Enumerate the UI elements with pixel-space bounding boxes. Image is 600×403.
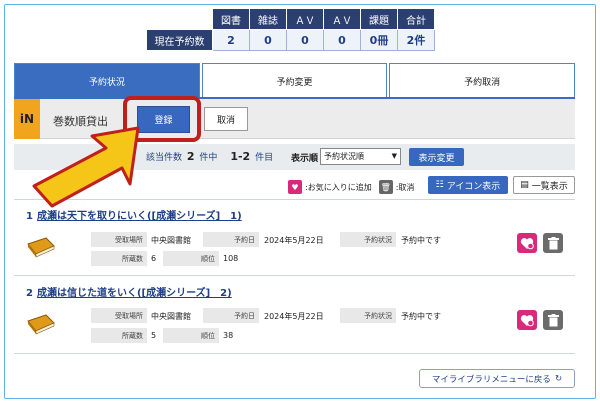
reserve-date-value: 2024年5月22日 — [264, 312, 324, 321]
tab-bar: 予約状況 予約変更 予約取消 — [14, 63, 576, 98]
trash-icon: 🗑 — [378, 180, 393, 194]
summary-value: 2件 — [397, 29, 435, 51]
count-range-unit: 件目 — [255, 153, 274, 163]
pickup-value: 中央図書館 — [151, 236, 191, 245]
rank-label: 順位 — [163, 328, 219, 343]
status-value: 予約中です — [401, 236, 441, 245]
count-prefix: 該当件数 — [146, 153, 183, 163]
summary-corner — [147, 9, 213, 30]
back-to-mylibrary-button[interactable]: マイライブラリメニューに戻る ↻ — [419, 369, 575, 388]
summary-value: 0 — [323, 29, 361, 51]
cancel-reservation-button[interactable] — [543, 233, 563, 253]
sort-apply-button[interactable]: 表示変更 — [409, 148, 464, 166]
legend-delete-text: :取消 — [395, 182, 415, 192]
icon-view-button[interactable]: ☷ アイコン表示 — [428, 176, 508, 194]
summary-value: 0 — [249, 29, 287, 51]
status-label: 予約状況 — [340, 232, 396, 247]
heart-plus-icon — [520, 237, 534, 249]
trash-icon — [547, 236, 559, 249]
reserve-date-label: 予約日 — [203, 308, 259, 323]
sort-select[interactable]: 予約状況順 ▼ — [320, 148, 401, 165]
list-view-label: 一覧表示 — [531, 181, 568, 192]
reservation-summary-table: 図書 雑誌 ＡＶ ＡＶ 課題 合計 現在予約数 2 0 0 0 0冊 2件 — [146, 8, 435, 51]
summary-header: 雑誌 — [249, 8, 287, 30]
divider — [14, 353, 575, 354]
icon-view-label: アイコン表示 — [446, 181, 501, 192]
summary-value: 0冊 — [360, 29, 398, 51]
summary-value: 0 — [286, 29, 324, 51]
status-label: 予約状況 — [340, 308, 396, 323]
sort-selected-value: 予約状況順 — [324, 152, 364, 161]
holdings-label: 所蔵数 — [91, 328, 147, 343]
table-icon: ▤ — [520, 180, 529, 190]
count-range: 1-2 — [230, 150, 251, 163]
refresh-icon: ↻ — [554, 373, 563, 384]
rank-label: 順位 — [163, 251, 219, 266]
tab-reservation-change[interactable]: 予約変更 — [201, 63, 388, 98]
pickup-label: 受取場所 — [91, 308, 147, 323]
add-favorite-button[interactable] — [517, 233, 537, 253]
icon-legend: ♥ :お気に入りに追加 🗑 :取消 — [288, 180, 414, 194]
summary-header: 図書 — [212, 8, 250, 30]
divider — [14, 275, 575, 276]
item-index: 1 — [26, 211, 33, 222]
book-icon — [27, 237, 55, 258]
holdings-value: 6 — [151, 254, 157, 263]
cancel-button[interactable]: 取消 — [204, 107, 248, 131]
item-index: 2 — [26, 288, 33, 299]
summary-header: 合計 — [397, 8, 435, 30]
pickup-label: 受取場所 — [91, 232, 147, 247]
count-unit: 件中 — [199, 153, 218, 163]
trash-icon — [547, 313, 559, 326]
item-title[interactable]: 2 成瀬は信じた道をいく([成瀬シリーズ] 2) — [26, 284, 232, 299]
summary-row-label: 現在予約数 — [146, 29, 213, 51]
back-label: マイライブラリメニューに戻る — [431, 374, 551, 385]
summary-header: ＡＶ — [323, 8, 361, 30]
count-total: 2 — [186, 150, 195, 163]
sort-label: 表示順 — [291, 154, 319, 164]
heart-icon: ♥ — [288, 180, 302, 194]
summary-header: 課題 — [360, 8, 398, 30]
item-title-link[interactable]: 成瀬は信じた道をいく([成瀬シリーズ] 2) — [37, 288, 232, 299]
heart-plus-icon — [520, 314, 534, 326]
rank-value: 38 — [223, 331, 234, 340]
cancel-reservation-button[interactable] — [543, 310, 563, 330]
grid-list-icon: ☷ — [435, 180, 444, 190]
tab-reservation-status[interactable]: 予約状況 — [14, 63, 200, 98]
tab-reservation-cancel[interactable]: 予約取消 — [389, 63, 576, 98]
summary-value: 2 — [212, 29, 250, 51]
reserve-date-label: 予約日 — [203, 232, 259, 247]
rank-value: 108 — [223, 254, 239, 263]
add-favorite-button[interactable] — [517, 310, 537, 330]
pickup-value: 中央図書館 — [151, 312, 191, 321]
reserve-date-value: 2024年5月22日 — [264, 236, 324, 245]
register-button[interactable]: 登録 — [137, 106, 190, 133]
holdings-value: 5 — [151, 331, 157, 340]
item-title-link[interactable]: 成瀬は天下を取りにいく([成瀬シリーズ] 1) — [37, 211, 242, 222]
holdings-label: 所蔵数 — [91, 251, 147, 266]
legend-favorite-text: :お気に入りに追加 — [305, 182, 372, 192]
pointer-arrow-icon — [32, 126, 140, 208]
book-icon — [27, 314, 55, 335]
summary-header: ＡＶ — [286, 8, 324, 30]
list-view-button[interactable]: ▤ 一覧表示 — [513, 176, 575, 194]
chevron-down-icon: ▼ — [391, 152, 397, 160]
status-value: 予約中です — [401, 312, 441, 321]
result-count: 該当件数 2 件中 1-2 件目 — [146, 150, 273, 163]
